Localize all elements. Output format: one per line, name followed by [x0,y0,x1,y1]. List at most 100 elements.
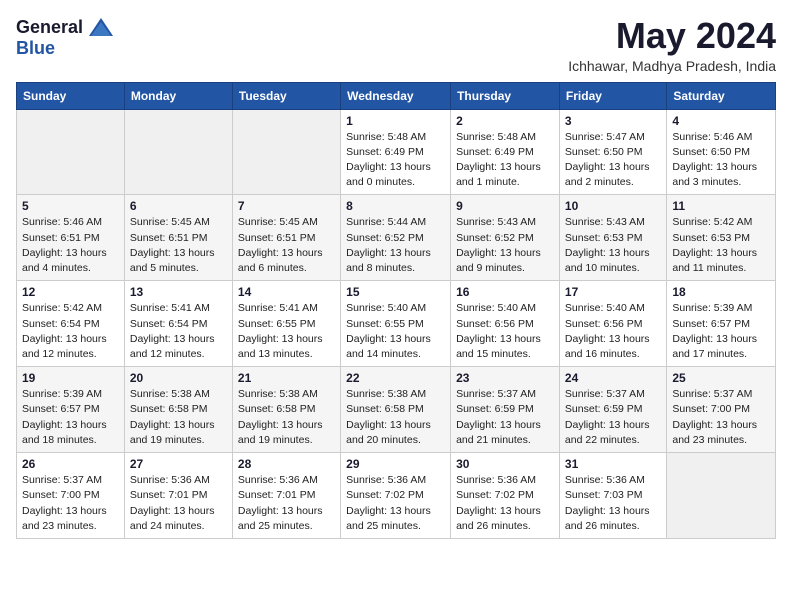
day-number: 22 [346,371,445,385]
day-number: 8 [346,199,445,213]
calendar-cell: 10 Sunrise: 5:43 AMSunset: 6:53 PMDaylig… [559,195,666,281]
day-info: Sunrise: 5:42 AMSunset: 6:53 PMDaylight:… [672,216,757,274]
day-number: 26 [22,457,119,471]
calendar-cell: 20 Sunrise: 5:38 AMSunset: 6:58 PMDaylig… [124,367,232,453]
day-info: Sunrise: 5:39 AMSunset: 6:57 PMDaylight:… [672,302,757,360]
day-info: Sunrise: 5:42 AMSunset: 6:54 PMDaylight:… [22,302,107,360]
calendar-cell: 8 Sunrise: 5:44 AMSunset: 6:52 PMDayligh… [341,195,451,281]
day-info: Sunrise: 5:37 AMSunset: 7:00 PMDaylight:… [22,474,107,532]
day-number: 18 [672,285,770,299]
day-info: Sunrise: 5:39 AMSunset: 6:57 PMDaylight:… [22,388,107,446]
day-info: Sunrise: 5:43 AMSunset: 6:53 PMDaylight:… [565,216,650,274]
day-info: Sunrise: 5:45 AMSunset: 6:51 PMDaylight:… [238,216,323,274]
day-number: 7 [238,199,335,213]
calendar-cell: 6 Sunrise: 5:45 AMSunset: 6:51 PMDayligh… [124,195,232,281]
calendar-cell: 3 Sunrise: 5:47 AMSunset: 6:50 PMDayligh… [559,109,666,195]
calendar-cell: 7 Sunrise: 5:45 AMSunset: 6:51 PMDayligh… [232,195,340,281]
weekday-header-tuesday: Tuesday [232,82,340,109]
day-number: 29 [346,457,445,471]
day-number: 2 [456,114,554,128]
day-info: Sunrise: 5:46 AMSunset: 6:50 PMDaylight:… [672,131,757,189]
calendar-cell: 14 Sunrise: 5:41 AMSunset: 6:55 PMDaylig… [232,281,340,367]
day-info: Sunrise: 5:38 AMSunset: 6:58 PMDaylight:… [130,388,215,446]
day-number: 23 [456,371,554,385]
weekday-header-saturday: Saturday [667,82,776,109]
logo-icon [87,16,115,38]
calendar-cell: 25 Sunrise: 5:37 AMSunset: 7:00 PMDaylig… [667,367,776,453]
weekday-header-friday: Friday [559,82,666,109]
day-number: 1 [346,114,445,128]
day-number: 11 [672,199,770,213]
calendar-cell: 28 Sunrise: 5:36 AMSunset: 7:01 PMDaylig… [232,453,340,539]
day-info: Sunrise: 5:37 AMSunset: 6:59 PMDaylight:… [565,388,650,446]
calendar-cell: 12 Sunrise: 5:42 AMSunset: 6:54 PMDaylig… [17,281,125,367]
day-number: 5 [22,199,119,213]
day-info: Sunrise: 5:45 AMSunset: 6:51 PMDaylight:… [130,216,215,274]
calendar-cell: 18 Sunrise: 5:39 AMSunset: 6:57 PMDaylig… [667,281,776,367]
day-number: 12 [22,285,119,299]
calendar-cell: 4 Sunrise: 5:46 AMSunset: 6:50 PMDayligh… [667,109,776,195]
calendar-week-row: 19 Sunrise: 5:39 AMSunset: 6:57 PMDaylig… [17,367,776,453]
day-number: 25 [672,371,770,385]
weekday-header-wednesday: Wednesday [341,82,451,109]
calendar-cell: 16 Sunrise: 5:40 AMSunset: 6:56 PMDaylig… [451,281,560,367]
calendar-cell: 31 Sunrise: 5:36 AMSunset: 7:03 PMDaylig… [559,453,666,539]
logo-blue: Blue [16,38,55,58]
page-header: General Blue May 2024 Ichhawar, Madhya P… [16,16,776,74]
day-info: Sunrise: 5:38 AMSunset: 6:58 PMDaylight:… [346,388,431,446]
calendar-cell: 11 Sunrise: 5:42 AMSunset: 6:53 PMDaylig… [667,195,776,281]
calendar-cell: 26 Sunrise: 5:37 AMSunset: 7:00 PMDaylig… [17,453,125,539]
day-number: 27 [130,457,227,471]
day-info: Sunrise: 5:38 AMSunset: 6:58 PMDaylight:… [238,388,323,446]
weekday-header-thursday: Thursday [451,82,560,109]
day-info: Sunrise: 5:36 AMSunset: 7:01 PMDaylight:… [130,474,215,532]
day-number: 13 [130,285,227,299]
calendar-cell: 29 Sunrise: 5:36 AMSunset: 7:02 PMDaylig… [341,453,451,539]
calendar-cell: 13 Sunrise: 5:41 AMSunset: 6:54 PMDaylig… [124,281,232,367]
calendar-cell: 1 Sunrise: 5:48 AMSunset: 6:49 PMDayligh… [341,109,451,195]
calendar-cell: 24 Sunrise: 5:37 AMSunset: 6:59 PMDaylig… [559,367,666,453]
calendar-week-row: 12 Sunrise: 5:42 AMSunset: 6:54 PMDaylig… [17,281,776,367]
day-info: Sunrise: 5:41 AMSunset: 6:54 PMDaylight:… [130,302,215,360]
day-number: 16 [456,285,554,299]
calendar-table: SundayMondayTuesdayWednesdayThursdayFrid… [16,82,776,539]
day-number: 15 [346,285,445,299]
day-info: Sunrise: 5:36 AMSunset: 7:03 PMDaylight:… [565,474,650,532]
day-number: 14 [238,285,335,299]
weekday-header-sunday: Sunday [17,82,125,109]
day-info: Sunrise: 5:40 AMSunset: 6:56 PMDaylight:… [456,302,541,360]
day-number: 31 [565,457,661,471]
day-number: 6 [130,199,227,213]
weekday-header-row: SundayMondayTuesdayWednesdayThursdayFrid… [17,82,776,109]
calendar-week-row: 5 Sunrise: 5:46 AMSunset: 6:51 PMDayligh… [17,195,776,281]
day-info: Sunrise: 5:48 AMSunset: 6:49 PMDaylight:… [346,131,431,189]
day-number: 21 [238,371,335,385]
calendar-cell: 27 Sunrise: 5:36 AMSunset: 7:01 PMDaylig… [124,453,232,539]
weekday-header-monday: Monday [124,82,232,109]
calendar-cell: 9 Sunrise: 5:43 AMSunset: 6:52 PMDayligh… [451,195,560,281]
calendar-cell: 30 Sunrise: 5:36 AMSunset: 7:02 PMDaylig… [451,453,560,539]
day-number: 3 [565,114,661,128]
calendar-cell: 23 Sunrise: 5:37 AMSunset: 6:59 PMDaylig… [451,367,560,453]
calendar-cell [232,109,340,195]
day-info: Sunrise: 5:41 AMSunset: 6:55 PMDaylight:… [238,302,323,360]
calendar-cell [667,453,776,539]
logo: General Blue [16,16,115,59]
day-info: Sunrise: 5:46 AMSunset: 6:51 PMDaylight:… [22,216,107,274]
title-block: May 2024 Ichhawar, Madhya Pradesh, India [568,16,776,74]
day-info: Sunrise: 5:43 AMSunset: 6:52 PMDaylight:… [456,216,541,274]
day-number: 4 [672,114,770,128]
day-number: 24 [565,371,661,385]
day-info: Sunrise: 5:47 AMSunset: 6:50 PMDaylight:… [565,131,650,189]
day-number: 28 [238,457,335,471]
calendar-cell: 2 Sunrise: 5:48 AMSunset: 6:49 PMDayligh… [451,109,560,195]
calendar-cell [17,109,125,195]
day-info: Sunrise: 5:36 AMSunset: 7:01 PMDaylight:… [238,474,323,532]
day-number: 30 [456,457,554,471]
calendar-week-row: 1 Sunrise: 5:48 AMSunset: 6:49 PMDayligh… [17,109,776,195]
day-info: Sunrise: 5:44 AMSunset: 6:52 PMDaylight:… [346,216,431,274]
calendar-cell: 21 Sunrise: 5:38 AMSunset: 6:58 PMDaylig… [232,367,340,453]
day-info: Sunrise: 5:40 AMSunset: 6:55 PMDaylight:… [346,302,431,360]
month-year-title: May 2024 [568,16,776,56]
day-number: 20 [130,371,227,385]
